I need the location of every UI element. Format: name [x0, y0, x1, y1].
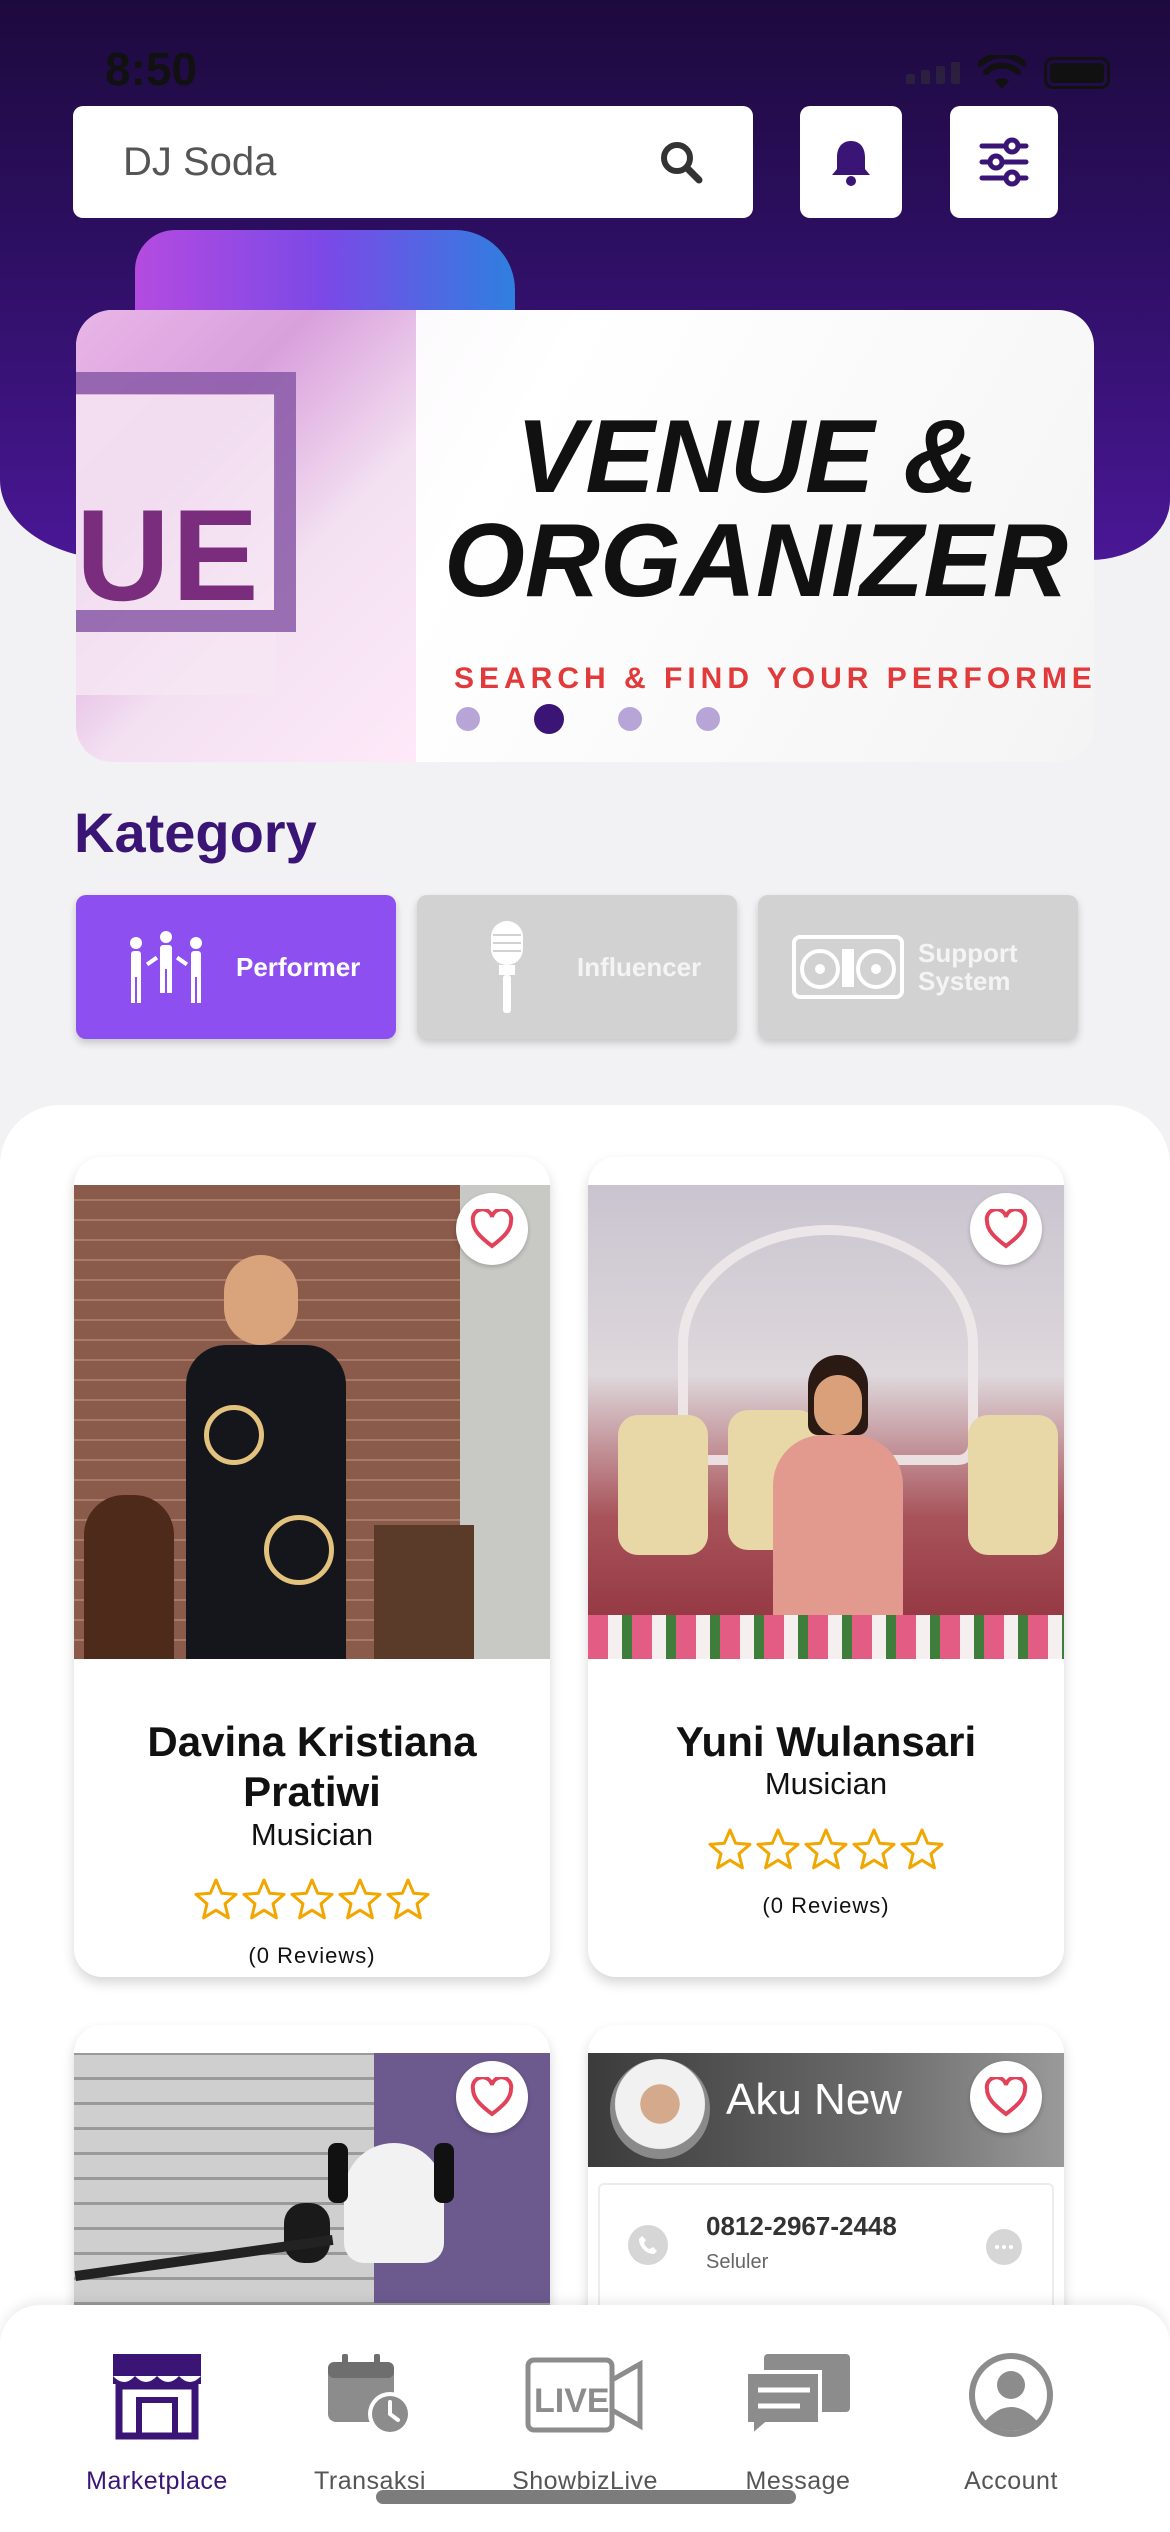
status-icons — [906, 55, 1110, 91]
star-icon — [386, 1878, 430, 1920]
search-icon[interactable] — [657, 138, 705, 186]
star-icon — [900, 1828, 944, 1870]
star-icon — [708, 1828, 752, 1870]
promo-banner[interactable]: UE VENUE & ORGANIZER SEARCH & FIND YOUR … — [76, 310, 1094, 762]
star-icon — [338, 1878, 382, 1920]
category-label: Performer — [236, 952, 361, 982]
tab-label: Marketplace — [86, 2467, 228, 2495]
star-icon — [194, 1878, 238, 1920]
favorite-button[interactable] — [970, 2061, 1042, 2133]
bell-icon — [832, 141, 870, 186]
performer-name: Davina Kristiana Pratiwi — [147, 1718, 477, 1815]
phone-icon — [628, 2225, 668, 2265]
star-icon — [756, 1828, 800, 1870]
calendar-clock-icon — [328, 2354, 412, 2436]
carousel-indicator[interactable] — [456, 704, 720, 734]
heart-icon — [470, 2077, 514, 2117]
category-label-line1: Support — [918, 938, 1018, 968]
heart-icon — [470, 1209, 514, 1249]
account-user-icon — [969, 2353, 1053, 2437]
message-bubble-icon — [986, 2229, 1022, 2265]
category-label: Influencer — [577, 952, 702, 982]
tab-showbizlive[interactable]: LIVE ShowbizLive — [485, 2345, 685, 2496]
filter-sliders-icon — [979, 137, 1029, 187]
star-icon — [804, 1828, 848, 1870]
carousel-dot[interactable] — [456, 707, 480, 731]
category-label-line2: System — [918, 966, 1011, 996]
banner-art-letters: UE — [76, 482, 261, 628]
profile-avatar — [610, 2059, 710, 2159]
category-influencer[interactable]: Influencer — [417, 895, 737, 1039]
tab-account[interactable]: Account — [911, 2345, 1111, 2496]
search-bar[interactable]: DJ Soda — [73, 106, 753, 218]
dj-mixer-icon — [788, 917, 908, 1017]
photo-caption: Aku New — [726, 2075, 903, 2124]
performer-card[interactable]: Davina Kristiana Pratiwi Musician (0 Rev… — [74, 1157, 550, 1977]
banner-title-line1: VENUE & — [516, 399, 979, 515]
performer-role: Musician — [250, 1817, 374, 1852]
rating-stars — [74, 1877, 550, 1921]
performer-card[interactable]: Yuni Wulansari Musician (0 Reviews) — [588, 1157, 1064, 1977]
heart-icon — [984, 2077, 1028, 2117]
phone-number: 0812-2967-2448 — [706, 2211, 897, 2241]
favorite-button[interactable] — [970, 1193, 1042, 1265]
tab-label: Account — [964, 2467, 1058, 2495]
live-video-icon: LIVE — [525, 2357, 643, 2433]
banner-title: VENUE & ORGANIZER — [444, 405, 1068, 613]
battery-icon — [1044, 57, 1110, 89]
home-indicator — [376, 2490, 796, 2504]
favorite-button[interactable] — [456, 1193, 528, 1265]
carousel-dot-active[interactable] — [534, 704, 564, 734]
star-icon — [242, 1878, 286, 1920]
cellular-signal-icon — [906, 62, 960, 84]
tab-transaksi[interactable]: Transaksi — [270, 2345, 470, 2496]
review-count: (0 Reviews) — [762, 1893, 890, 1918]
performer-group-icon — [106, 917, 226, 1017]
phone-type: Seluler — [706, 2251, 769, 2273]
category-title: Kategory — [74, 801, 317, 864]
tab-message[interactable]: Message — [698, 2345, 898, 2496]
review-count: (0 Reviews) — [248, 1943, 376, 1968]
microphone-icon — [447, 917, 567, 1017]
status-time: 8:50 — [105, 43, 198, 95]
category-support-system[interactable]: Support System — [758, 895, 1078, 1039]
category-label: Support System — [918, 939, 1018, 995]
star-icon — [852, 1828, 896, 1870]
wifi-icon — [978, 55, 1026, 89]
filter-button[interactable] — [950, 106, 1058, 218]
heart-icon — [984, 1209, 1028, 1249]
star-icon — [290, 1878, 334, 1920]
banner-subtitle: SEARCH & FIND YOUR PERFORMER — [454, 662, 1094, 695]
notification-button[interactable] — [800, 106, 902, 218]
carousel-dot[interactable] — [696, 707, 720, 731]
category-performer[interactable]: Performer — [76, 895, 396, 1039]
banner-title-line2: ORGANIZER — [444, 503, 1068, 619]
tab-marketplace[interactable]: Marketplace — [57, 2345, 257, 2496]
search-input[interactable]: DJ Soda — [123, 140, 657, 185]
favorite-button[interactable] — [456, 2061, 528, 2133]
performer-role: Musician — [764, 1766, 888, 1801]
rating-stars — [588, 1827, 1064, 1871]
svg-text:LIVE: LIVE — [534, 2382, 610, 2420]
chat-bubble-icon — [744, 2354, 850, 2440]
performer-name: Yuni Wulansari — [675, 1718, 977, 1765]
carousel-dot[interactable] — [618, 707, 642, 731]
storefront-icon — [113, 2354, 201, 2440]
